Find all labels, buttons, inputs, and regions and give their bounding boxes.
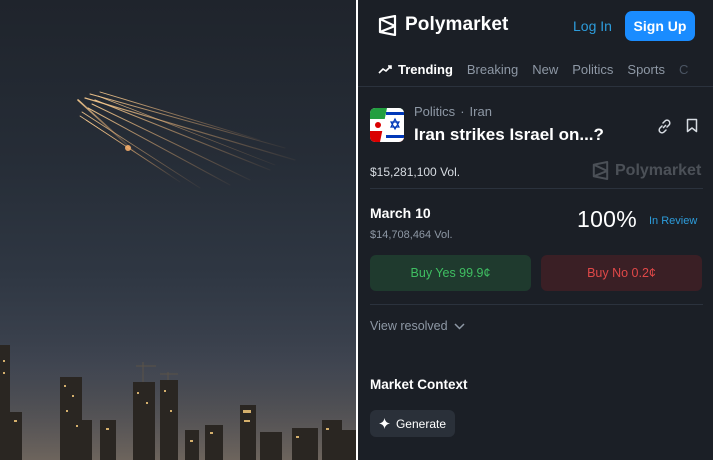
tab-new[interactable]: New (532, 62, 558, 77)
photo-illustration (0, 91, 356, 460)
watermark-text: Polymarket (615, 161, 702, 179)
header-divider (358, 86, 713, 87)
outcome-volume: $14,708,464 Vol. (370, 229, 453, 241)
watermark-logo-icon (592, 161, 609, 180)
top-bar: Polymarket Log In Sign Up (358, 0, 713, 52)
generate-button[interactable]: Generate (370, 410, 455, 437)
brand-name: Polymarket (405, 14, 509, 35)
polymarket-logo-icon (378, 14, 397, 36)
market-title: Iran strikes Israel on...? (414, 125, 604, 144)
generate-label: Generate (395, 416, 447, 431)
tab-overflow[interactable]: C (679, 62, 688, 77)
signup-button[interactable]: Sign Up (625, 11, 695, 41)
market-flag-icon (370, 108, 404, 142)
tab-politics[interactable]: Politics (572, 62, 613, 77)
login-link[interactable]: Log In (573, 18, 612, 34)
category-tabs: Trending Breaking New Politics Sports C (378, 58, 702, 80)
breadcrumb-subcategory[interactable]: Iran (470, 104, 492, 119)
view-resolved-label: View resolved (370, 319, 448, 333)
breadcrumb-category[interactable]: Politics (414, 104, 455, 119)
polymarket-app: Polymarket Log In Sign Up Trending Break… (358, 0, 713, 460)
outcome-percent: 100% (577, 206, 638, 232)
brand[interactable]: Polymarket (378, 14, 508, 36)
buy-no-button[interactable]: Buy No 0.2¢ (541, 255, 702, 291)
trending-icon (378, 65, 392, 74)
market-volume: $15,281,100 Vol. (370, 165, 461, 179)
streaks (77, 91, 296, 189)
buy-yes-button[interactable]: Buy Yes 99.9¢ (370, 255, 531, 291)
night-sky-photo (0, 0, 356, 460)
section-divider (370, 188, 703, 189)
outcome-label: March 10 (370, 205, 431, 221)
market-context-title: Market Context (370, 377, 468, 392)
section-divider (370, 304, 703, 305)
tab-label: Trending (398, 61, 453, 77)
status-badge: In Review (649, 215, 698, 227)
bookmark-icon[interactable] (686, 118, 698, 133)
tab-breaking[interactable]: Breaking (467, 62, 518, 77)
view-resolved-toggle[interactable]: View resolved (370, 319, 465, 333)
tab-sports[interactable]: Sports (627, 62, 665, 77)
link-icon[interactable] (657, 119, 672, 134)
watermark: Polymarket (592, 161, 701, 180)
sparkle-icon (378, 418, 390, 429)
chevron-down-icon (454, 322, 465, 330)
breadcrumb: Politics · Iran (414, 104, 492, 119)
tab-trending[interactable]: Trending (378, 62, 453, 77)
